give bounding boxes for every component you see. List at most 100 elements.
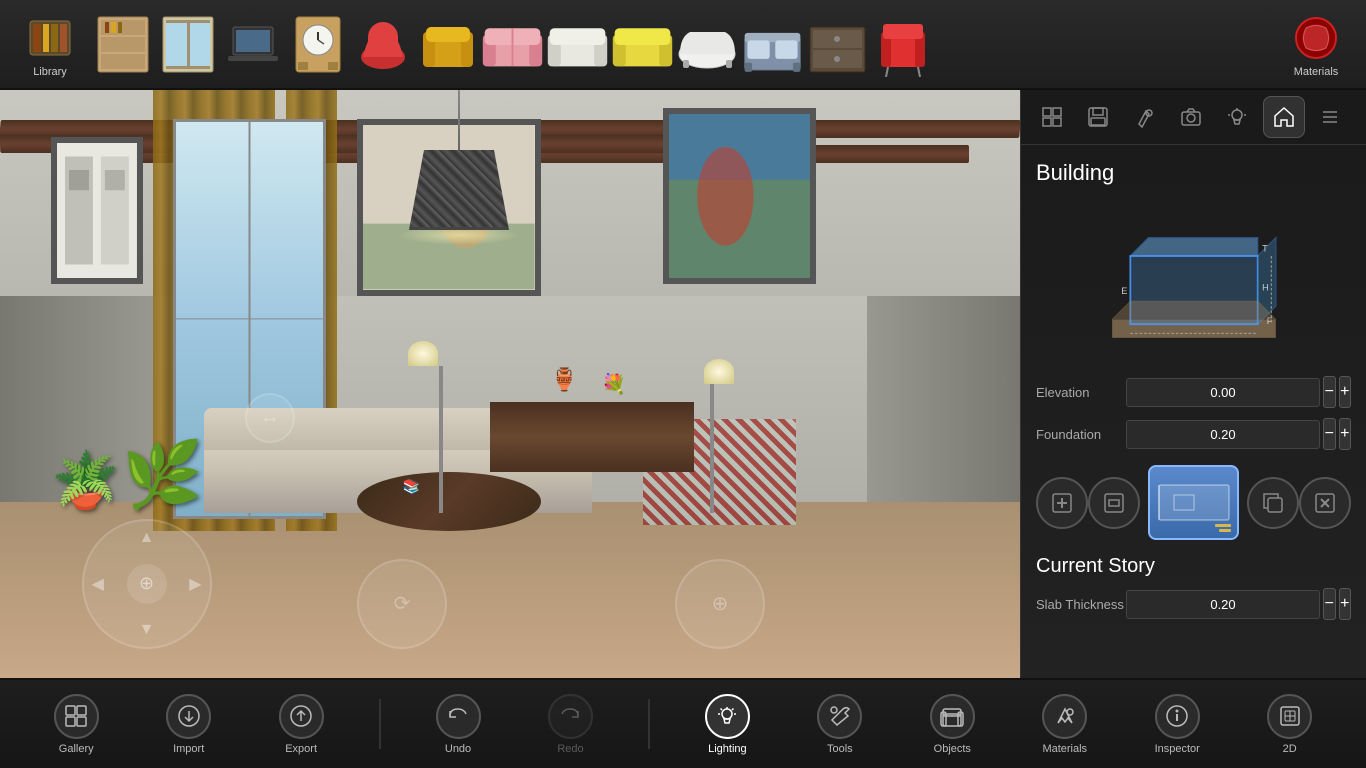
story-selector[interactable] [1148,465,1239,540]
library-button[interactable]: Library [10,4,90,84]
redo-label: Redo [557,743,583,755]
divider-1 [379,699,381,749]
furniture-dresser[interactable] [805,12,870,77]
pan-control[interactable]: ↔ [245,393,295,443]
rotate-control[interactable]: ⟳ [357,559,447,649]
right-panel: Building T H E F [1020,90,1366,678]
redo-button[interactable]: Redo [535,694,605,755]
tab-save[interactable] [1077,96,1118,138]
materials-button[interactable]: Materials [1276,4,1356,84]
nav-left: ◀ [92,574,104,594]
viewport[interactable]: 🪴 🌿 📚 🏺 💐 ▲ ▼ ◀ ▶ ⊕ [0,90,1020,678]
tab-list[interactable] [1310,96,1351,138]
floor-lamp-left-shade [408,341,438,366]
furniture-red-chair[interactable] [350,12,415,77]
floor-lamp-right-shade [704,359,734,384]
library-icon [23,11,78,66]
gallery-button[interactable]: Gallery [41,694,111,755]
furniture-blue-bed[interactable] [740,12,805,77]
foundation-input[interactable] [1126,420,1320,449]
elevation-decrease[interactable]: − [1323,376,1336,408]
redo-icon [548,694,593,739]
directional-control[interactable]: ▲ ▼ ◀ ▶ ⊕ [82,519,212,649]
tab-light[interactable] [1217,96,1258,138]
2d-icon [1267,694,1312,739]
tab-home[interactable] [1263,96,1304,138]
nav-right: ▶ [189,574,201,594]
undo-button[interactable]: Undo [423,694,493,755]
coffee-table: 📚 [357,472,541,531]
tools-button[interactable]: Tools [805,694,875,755]
lighting-label: Lighting [708,743,747,755]
divider-2 [648,699,650,749]
import-button[interactable]: Import [154,694,224,755]
svg-text:E: E [1121,286,1127,296]
import-icon [166,694,211,739]
furniture-yellow-armchair[interactable] [415,12,480,77]
materials-icon [1289,11,1344,66]
elevation-increase[interactable]: + [1339,376,1352,408]
bottom-toolbar: Gallery Import Export [0,678,1366,768]
sideboard: 🏺 💐 [490,402,694,473]
2d-button[interactable]: 2D [1255,694,1325,755]
lighting-icon [705,694,750,739]
furniture-yellow-sofa[interactable] [610,12,675,77]
copy-3d-button[interactable] [1247,477,1299,529]
furniture-red-chair2[interactable] [870,12,935,77]
svg-text:T: T [1262,243,1268,253]
furniture-laptop[interactable] [220,12,285,77]
undo-label: Undo [445,743,471,755]
plant-left: 🪴 [51,448,119,513]
action-buttons-row [1036,465,1351,540]
tab-camera[interactable] [1170,96,1211,138]
2d-label: 2D [1283,743,1297,755]
pendant-lamp [399,90,519,245]
slab-decrease[interactable]: − [1323,588,1336,620]
slab-thickness-input[interactable] [1126,590,1320,619]
edit-3d-button[interactable] [1088,477,1140,529]
floor-lamp-left-pole [439,366,443,513]
foundation-increase[interactable]: + [1339,418,1352,450]
export-button[interactable]: Export [266,694,336,755]
furniture-clock[interactable] [285,12,350,77]
elevation-label: Elevation [1036,385,1126,400]
foundation-decrease[interactable]: − [1323,418,1336,450]
undo-icon [436,694,481,739]
furniture-pink-sofa[interactable] [480,12,545,77]
furniture-white-sofa[interactable] [545,12,610,77]
nav-center[interactable]: ⊕ [127,564,167,604]
foundation-row: Foundation − + [1036,418,1351,450]
slab-increase[interactable]: + [1339,588,1352,620]
furniture-bathtub[interactable] [675,12,740,77]
tab-select[interactable] [1031,96,1072,138]
tab-paint[interactable] [1124,96,1165,138]
elevation-input[interactable] [1126,378,1320,407]
slab-thickness-label: Slab Thickness [1036,597,1126,612]
room-scene: 🪴 🌿 📚 🏺 💐 ▲ ▼ ◀ ▶ ⊕ [0,90,1020,678]
lighting-button[interactable]: Lighting [692,694,762,755]
objects-label: Objects [934,743,971,755]
furniture-bookshelf[interactable] [90,12,155,77]
tools-icon [817,694,862,739]
import-label: Import [173,743,204,755]
house-diagram: T H E F [1036,201,1351,361]
objects-button[interactable]: Objects [917,694,987,755]
building-title: Building [1036,160,1351,186]
materials-bottom-icon [1042,694,1087,739]
add-3d-button[interactable] [1036,477,1088,529]
inspector-label: Inspector [1155,743,1200,755]
elevation-row: Elevation − + [1036,376,1351,408]
delete-3d-button[interactable] [1299,477,1351,529]
materials-bottom-button[interactable]: Materials [1030,694,1100,755]
materials-bottom-label: Materials [1042,743,1087,755]
slab-thickness-row: Slab Thickness − + [1036,588,1351,620]
camera-control[interactable]: ⊕ [675,559,765,649]
wall-art-left [51,137,143,284]
plant-center: 🌿 [122,437,203,513]
lamp-shade [409,150,509,230]
nav-up: ▲ [139,529,155,547]
inspector-button[interactable]: Inspector [1142,694,1212,755]
furniture-window[interactable] [155,12,220,77]
panel-content: Building T H E F [1021,145,1366,678]
svg-text:H: H [1262,283,1269,293]
